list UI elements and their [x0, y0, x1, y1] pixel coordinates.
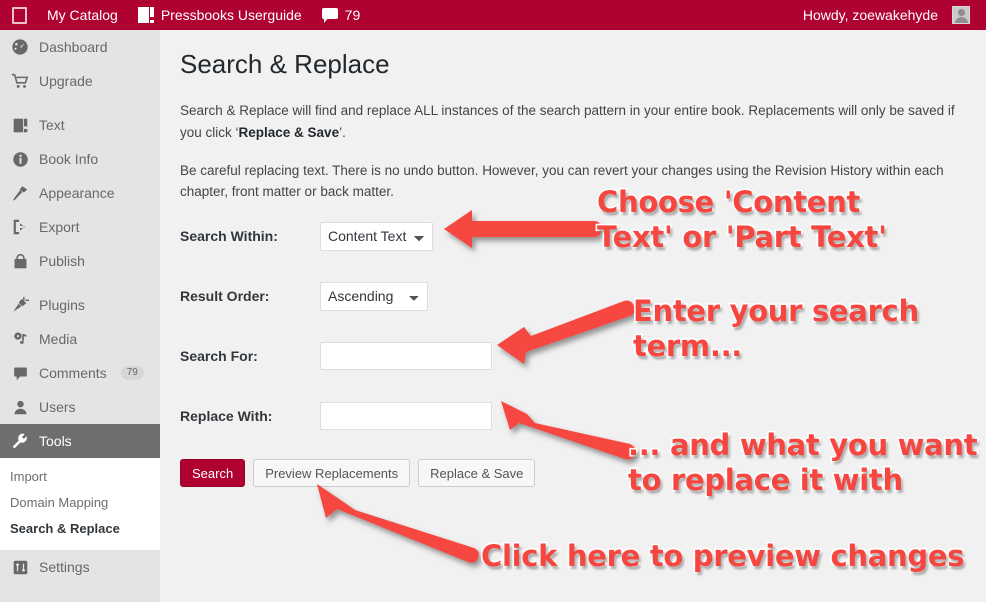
replace-with-input[interactable]	[320, 402, 492, 431]
result-order-label: Result Order:	[180, 288, 270, 305]
search-button[interactable]: Search	[180, 459, 246, 488]
howdy-label: Howdy, zoewakehyde	[802, 7, 938, 23]
sidebar-item-publish[interactable]: Publish	[0, 244, 160, 278]
intro-paragraph-1: Search & Replace will find and replace A…	[180, 100, 966, 144]
admin-page: My Catalog Pressbooks Userguide 79 Howdy…	[0, 0, 986, 602]
sidebar-item-text[interactable]: Text	[0, 108, 160, 142]
sidebar-item-users[interactable]: Users	[0, 390, 160, 424]
site-name-label: Pressbooks Userguide	[160, 7, 302, 23]
intro-1-part-c: ’.	[339, 124, 346, 140]
replace-with-label: Replace With:	[180, 408, 273, 425]
sidebar-item-label: Text	[39, 117, 65, 133]
wordpress-logo-icon	[12, 6, 27, 24]
intro-1-bold: Replace & Save	[238, 124, 340, 140]
sidebar-item-label: Export	[39, 219, 80, 235]
submenu-item-import[interactable]: Import	[0, 464, 160, 490]
info-icon	[10, 149, 30, 169]
preview-replacements-button[interactable]: Preview Replacements	[253, 459, 411, 488]
paintbrush-icon	[10, 183, 30, 203]
sidebar-item-label: Appearance	[39, 185, 115, 201]
wrench-icon	[10, 431, 30, 451]
sidebar-item-dashboard[interactable]: Dashboard	[0, 30, 160, 64]
settings-icon	[10, 557, 30, 577]
comments-count-badge: 79	[120, 366, 144, 380]
row-replace-with: Replace With:	[180, 399, 966, 433]
menu-separator	[0, 278, 160, 288]
admin-bar: My Catalog Pressbooks Userguide 79 Howdy…	[0, 0, 986, 30]
book-icon	[137, 7, 154, 23]
sidebar-item-label: Media	[39, 331, 78, 347]
store-icon	[10, 251, 30, 271]
sidebar-item-label: Users	[39, 399, 76, 415]
sidebar-item-upgrade[interactable]: Upgrade	[0, 64, 160, 98]
search-for-label: Search For:	[180, 348, 258, 365]
export-icon	[10, 217, 30, 237]
cart-icon	[10, 71, 30, 91]
dashboard-icon	[10, 37, 30, 57]
plug-icon	[10, 295, 30, 315]
my-account-menu[interactable]: Howdy, zoewakehyde	[793, 0, 980, 30]
search-within-label: Search Within:	[180, 228, 278, 245]
sidebar-item-label: Tools	[39, 433, 72, 449]
comments-link[interactable]: 79	[312, 0, 371, 30]
row-search-for: Search For:	[180, 339, 966, 373]
row-search-within: Search Within: Content Text Part Text	[180, 219, 966, 253]
my-catalog-label: My Catalog	[47, 7, 118, 23]
intro-paragraph-2: Be careful replacing text. There is no u…	[180, 162, 944, 200]
sidebar-item-export[interactable]: Export	[0, 210, 160, 244]
search-within-select[interactable]: Content Text Part Text	[320, 221, 433, 251]
submenu-item-search-replace[interactable]: Search & Replace	[0, 516, 160, 542]
sidebar-item-label: Settings	[39, 559, 90, 575]
menu-separator	[0, 98, 160, 108]
sidebar-item-label: Publish	[39, 253, 85, 269]
tools-submenu: Import Domain Mapping Search & Replace	[0, 458, 160, 550]
sidebar-item-media[interactable]: Media	[0, 322, 160, 356]
main-content: Search & Replace Search & Replace will f…	[160, 30, 986, 602]
admin-sidebar: Dashboard Upgrade Text Book Info Appeara…	[0, 30, 168, 602]
sidebar-item-label: Dashboard	[39, 39, 108, 55]
sidebar-item-label: Comments	[39, 365, 107, 381]
user-avatar-icon	[952, 6, 970, 24]
wp-logo-menu[interactable]	[2, 0, 37, 30]
comment-count-label: 79	[344, 7, 361, 23]
sidebar-item-plugins[interactable]: Plugins	[0, 288, 160, 322]
search-for-input[interactable]	[320, 342, 492, 371]
my-catalog-link[interactable]: My Catalog	[37, 0, 128, 30]
sidebar-item-label: Book Info	[39, 151, 99, 167]
comment-icon	[10, 363, 30, 383]
sidebar-item-comments[interactable]: Comments 79	[0, 356, 160, 390]
sidebar-item-appearance[interactable]: Appearance	[0, 176, 160, 210]
action-buttons: Search Preview Replacements Replace & Sa…	[180, 459, 966, 488]
submenu-item-domain-mapping[interactable]: Domain Mapping	[0, 490, 160, 516]
result-order-select[interactable]: Ascending Descending	[320, 281, 428, 311]
sidebar-item-label: Plugins	[39, 297, 85, 313]
comment-bubble-icon	[321, 8, 338, 23]
sidebar-item-tools[interactable]: Tools	[0, 424, 168, 458]
media-icon	[10, 329, 30, 349]
sidebar-item-book-info[interactable]: Book Info	[0, 142, 160, 176]
replace-and-save-button[interactable]: Replace & Save	[418, 459, 536, 488]
sidebar-item-settings[interactable]: Settings	[0, 550, 160, 584]
site-name-link[interactable]: Pressbooks Userguide	[128, 0, 312, 30]
sidebar-item-label: Upgrade	[39, 73, 93, 89]
row-result-order: Result Order: Ascending Descending	[180, 279, 966, 313]
user-icon	[10, 397, 30, 417]
book-icon	[10, 115, 30, 135]
page-title: Search & Replace	[180, 49, 390, 79]
